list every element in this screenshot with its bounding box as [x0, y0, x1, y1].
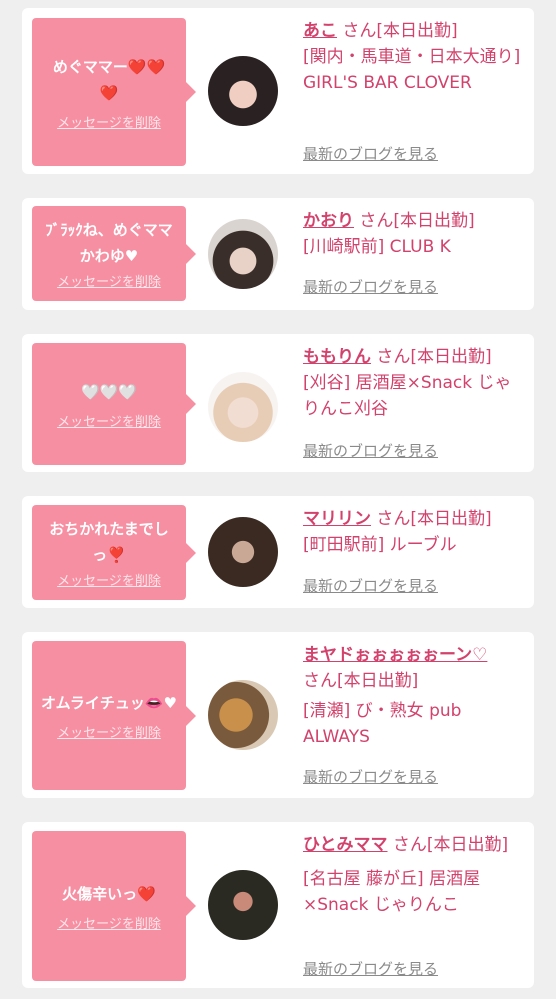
latest-blog-link[interactable]: 最新のブログを見る: [303, 766, 438, 787]
message-bubble: ﾌﾞﾗｯｸね、めぐママかわゆ♥ メッセージを削除: [32, 206, 196, 301]
shop-name: [町田駅前] ルーブル: [303, 535, 457, 555]
shop-name: [刈谷] 居酒屋×Snack じゃりんこ刈谷: [303, 373, 512, 419]
cast-name-link[interactable]: マリリン: [303, 509, 371, 529]
delete-message-link[interactable]: メッセージを削除: [57, 913, 161, 932]
message-bubble: めぐママー❤️❤️❤️ メッセージを削除: [32, 18, 196, 166]
work-status: さん[本日出勤]: [376, 347, 492, 367]
message-text: おちかれたまでしっ❣️: [49, 520, 169, 564]
delete-message-link[interactable]: メッセージを削除: [57, 112, 161, 131]
message-text: ﾌﾞﾗｯｸね、めぐママかわゆ♥: [45, 221, 173, 265]
message-card: おちかれたまでしっ❣️ メッセージを削除 マリリン さん[本日出勤] [町田駅前…: [22, 496, 534, 608]
work-status: さん[本日出勤]: [376, 509, 492, 529]
work-status: さん[本日出勤]: [342, 21, 458, 41]
cast-name-link[interactable]: ももりん: [303, 347, 371, 367]
delete-message-link[interactable]: メッセージを削除: [57, 271, 161, 290]
shop-name: [名古屋 藤が丘] 居酒屋×Snack じゃりんこ: [303, 869, 481, 915]
message-card: 火傷辛いっ❤️ メッセージを削除 ひとみママ さん[本日出勤] [名古屋 藤が丘…: [22, 822, 534, 988]
message-text: オムライチュッ👄♥: [41, 694, 177, 712]
avatar[interactable]: [208, 517, 278, 587]
cast-info: まヤドぉぉぉぉぉーン♡ さん[本日出勤] [清瀬] び・熟女 pub ALWAY…: [303, 642, 524, 750]
shop-name: [関内・馬車道・日本大通り] GIRL'S BAR CLOVER: [303, 47, 521, 93]
avatar[interactable]: [208, 219, 278, 289]
cast-name-link[interactable]: まヤドぉぉぉぉぉーン♡: [303, 645, 487, 665]
work-status: さん[本日出勤]: [359, 211, 475, 231]
delete-message-link[interactable]: メッセージを削除: [57, 722, 161, 741]
delete-message-link[interactable]: メッセージを削除: [57, 411, 161, 430]
message-text: 火傷辛いっ❤️: [62, 884, 156, 903]
cast-info: マリリン さん[本日出勤] [町田駅前] ルーブル: [303, 506, 524, 558]
latest-blog-link[interactable]: 最新のブログを見る: [303, 276, 438, 297]
shop-name: [清瀬] び・熟女 pub ALWAYS: [303, 701, 462, 747]
message-bubble: オムライチュッ👄♥ メッセージを削除: [32, 641, 196, 790]
message-card: めぐママー❤️❤️❤️ メッセージを削除 あこ さん[本日出勤] [関内・馬車道…: [22, 8, 534, 174]
cast-info: あこ さん[本日出勤] [関内・馬車道・日本大通り] GIRL'S BAR CL…: [303, 18, 524, 96]
latest-blog-link[interactable]: 最新のブログを見る: [303, 575, 438, 596]
cast-name-link[interactable]: あこ: [303, 21, 337, 41]
message-text: めぐママー❤️❤️❤️: [52, 57, 166, 102]
avatar[interactable]: [208, 372, 278, 442]
message-text: 🤍🤍🤍: [80, 382, 138, 401]
message-bubble: おちかれたまでしっ❣️ メッセージを削除: [32, 505, 196, 600]
cast-info: ひとみママ さん[本日出勤] [名古屋 藤が丘] 居酒屋×Snack じゃりんこ: [303, 832, 524, 918]
delete-message-link[interactable]: メッセージを削除: [57, 570, 161, 589]
message-card: 🤍🤍🤍 メッセージを削除 ももりん さん[本日出勤] [刈谷] 居酒屋×Snac…: [22, 334, 534, 472]
latest-blog-link[interactable]: 最新のブログを見る: [303, 440, 438, 461]
avatar[interactable]: [208, 56, 278, 126]
avatar[interactable]: [208, 680, 278, 750]
shop-name: [川崎駅前] CLUB K: [303, 237, 451, 257]
message-card: ﾌﾞﾗｯｸね、めぐママかわゆ♥ メッセージを削除 かおり さん[本日出勤] [川…: [22, 198, 534, 310]
message-card: オムライチュッ👄♥ メッセージを削除 まヤドぉぉぉぉぉーン♡ さん[本日出勤] …: [22, 632, 534, 798]
latest-blog-link[interactable]: 最新のブログを見る: [303, 143, 438, 164]
message-bubble: 🤍🤍🤍 メッセージを削除: [32, 343, 196, 465]
latest-blog-link[interactable]: 最新のブログを見る: [303, 958, 438, 979]
cast-info: かおり さん[本日出勤] [川崎駅前] CLUB K: [303, 208, 524, 260]
message-bubble: 火傷辛いっ❤️ メッセージを削除: [32, 831, 196, 981]
work-status: さん[本日出勤]: [392, 835, 509, 855]
cast-name-link[interactable]: ひとみママ: [303, 835, 388, 855]
cast-name-link[interactable]: かおり: [303, 211, 354, 231]
avatar[interactable]: [208, 870, 278, 940]
cast-info: ももりん さん[本日出勤] [刈谷] 居酒屋×Snack じゃりんこ刈谷: [303, 344, 524, 422]
work-status: さん[本日出勤]: [303, 671, 419, 691]
